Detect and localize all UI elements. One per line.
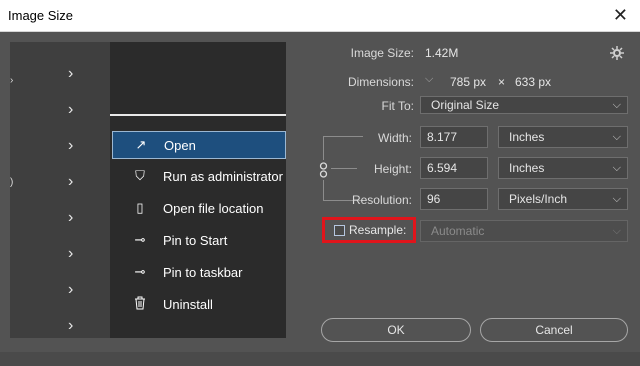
link-chain-icon[interactable]: [319, 162, 329, 178]
menu-item-label: Pin to taskbar: [163, 265, 243, 280]
cancel-button[interactable]: Cancel: [480, 318, 628, 342]
height-input[interactable]: 6.594: [420, 157, 488, 179]
resample-highlight: Resample:: [322, 217, 416, 243]
image-size-label: Image Size:: [350, 46, 414, 60]
pin-taskbar-icon: ⊸: [134, 264, 146, 279]
menu-item-open-file-location: ▯ Open file location: [112, 195, 286, 223]
edge-mark: ›: [10, 75, 14, 86]
fit-to-select[interactable]: Original Size ⌵: [420, 96, 628, 114]
dimensions-times: ×: [498, 75, 506, 89]
resolution-unit-select[interactable]: Pixels/Inch ⌵: [498, 188, 628, 210]
pin-icon: ⊸: [134, 232, 146, 247]
chevron-down-icon: ⌵: [612, 99, 621, 111]
chevron-right-icon: ›: [68, 209, 74, 226]
title-bar: Image Size ✕: [0, 0, 640, 32]
file-location-icon: ▯: [136, 200, 144, 215]
menu-item-run-as-admin: ⛉ Run as administrator: [112, 163, 286, 191]
height-label: Height:: [373, 162, 412, 176]
chevron-right-icon: ›: [68, 137, 74, 154]
ok-button[interactable]: OK: [321, 318, 471, 342]
link-line-lower: [323, 180, 324, 200]
chevron-down-icon: ⌵: [612, 225, 621, 237]
image-size-value: 1.42M: [425, 46, 459, 60]
chevron-down-icon: ⌵: [612, 131, 621, 143]
menu-item-label: Run as administrator: [163, 169, 283, 184]
dimensions-height: 633 px: [515, 75, 552, 89]
menu-item-open: ↗ Open: [112, 131, 286, 159]
height-unit-select[interactable]: Inches ⌵: [498, 157, 628, 179]
chevron-down-icon: ⌵: [612, 162, 621, 174]
chevron-right-icon: ›: [68, 101, 74, 118]
fit-to-value: Original Size: [431, 98, 500, 112]
chevron-down-icon: ⌵: [612, 193, 621, 205]
menu-item-label: Uninstall: [163, 297, 213, 312]
resolution-unit-value: Pixels/Inch: [509, 192, 568, 206]
width-unit-select[interactable]: Inches ⌵: [498, 126, 628, 148]
fit-to-label: Fit To:: [381, 99, 414, 113]
menu-item-label: Open: [164, 138, 196, 153]
window-title: Image Size: [8, 8, 74, 23]
close-icon[interactable]: ✕: [613, 5, 628, 25]
menu-divider: [110, 114, 286, 116]
width-input[interactable]: 8.177: [420, 126, 488, 148]
chevron-down-icon[interactable]: ⌵: [425, 73, 433, 86]
menu-item-label: Open file location: [163, 201, 264, 216]
width-unit-value: Inches: [509, 130, 545, 144]
link-line-upper: [323, 136, 324, 160]
bottom-strip: [0, 352, 640, 366]
menu-item-pin-to-taskbar: ⊸ Pin to taskbar: [112, 259, 286, 287]
resample-checkbox[interactable]: [334, 225, 345, 236]
chevron-right-icon: ›: [68, 245, 74, 262]
resample-method-select[interactable]: Automatic ⌵: [420, 220, 628, 242]
image-preview[interactable]: › ) › › › › › › › › ↗ Open ⛉ Run as admi…: [10, 42, 286, 338]
menu-item-pin-to-start: ⊸ Pin to Start: [112, 227, 286, 255]
dimensions-width: 785 px: [450, 75, 487, 89]
chevron-right-icon: ›: [68, 65, 74, 82]
chevron-right-icon: ›: [68, 317, 74, 334]
preview-left-strip: › ) › › › › › › › ›: [10, 42, 110, 338]
resolution-input[interactable]: 96: [420, 188, 488, 210]
trash-icon: [132, 296, 148, 312]
width-label: Width:: [377, 131, 412, 145]
edge-mark: ): [10, 177, 14, 188]
resample-method-value: Automatic: [431, 224, 485, 238]
chevron-right-icon: ›: [68, 281, 74, 298]
menu-item-uninstall: Uninstall: [112, 291, 286, 319]
open-in-new-icon: ↗: [135, 137, 147, 152]
menu-item-label: Pin to Start: [163, 233, 228, 248]
resample-label: Resample:: [349, 223, 407, 237]
image-size-dialog: › ) › › › › › › › › ↗ Open ⛉ Run as admi…: [0, 32, 640, 366]
dimensions-label: Dimensions:: [347, 75, 414, 89]
chevron-right-icon: ›: [68, 173, 74, 190]
shield-icon: ⛉: [135, 168, 145, 183]
height-unit-value: Inches: [509, 161, 545, 175]
resolution-label: Resolution:: [351, 193, 412, 207]
gear-icon[interactable]: [610, 46, 626, 62]
